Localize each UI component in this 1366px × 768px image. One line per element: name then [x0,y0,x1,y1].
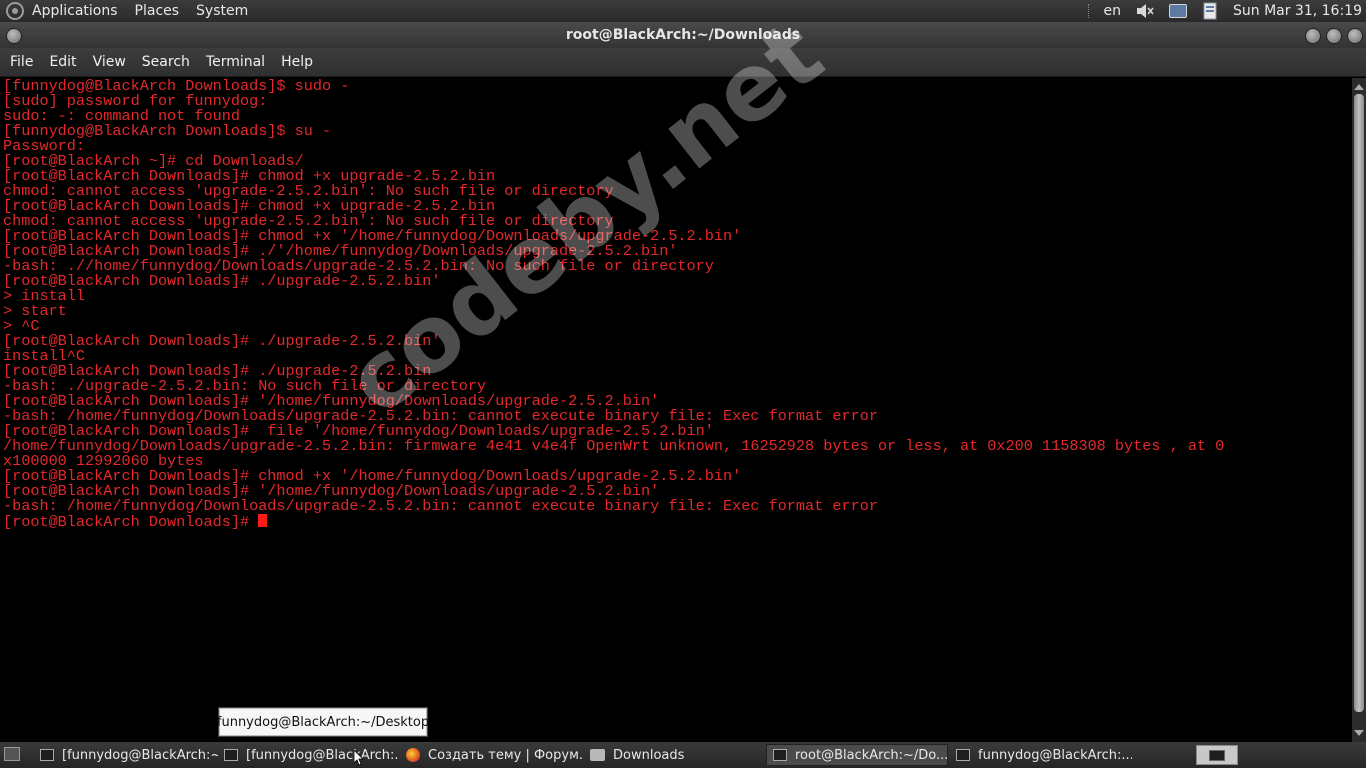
scroll-up-arrow-icon[interactable] [1354,84,1364,90]
firefox-icon [406,748,420,762]
clock[interactable]: Sun Mar 31, 16:19 [1233,3,1362,19]
window-titlebar[interactable]: root@BlackArch:~/Downloads [0,22,1366,48]
applications-menu[interactable]: Applications [32,3,118,19]
workspace-switcher[interactable] [1196,745,1238,765]
mouse-cursor-icon [354,750,364,766]
keyboard-layout-indicator[interactable]: en [1103,3,1121,19]
maximize-button[interactable] [1326,28,1342,44]
taskbar-item-label: funnydog@BlackArch:... [978,747,1132,763]
terminal-icon [773,749,787,761]
taskbar-item-downloads-folder[interactable]: Downloads [584,744,764,766]
taskbar-item-label: [funnydog@BlackArch:... [246,747,398,763]
menu-view[interactable]: View [93,54,126,70]
tray-separator [1088,4,1091,18]
close-button[interactable] [1347,28,1363,44]
taskbar-item-label: [funnydog@BlackArch:~] [62,747,218,763]
terminal-menubar: File Edit View Search Terminal Help [0,48,1366,77]
terminal-cursor [258,514,268,527]
scroll-down-arrow-icon[interactable] [1354,730,1364,736]
system-menu[interactable]: System [196,3,248,19]
show-desktop-icon[interactable] [4,747,20,761]
volume-muted-icon[interactable] [1135,3,1155,19]
network-icon[interactable] [1168,4,1187,18]
menu-terminal[interactable]: Terminal [206,54,265,70]
terminal-icon [956,749,970,761]
taskbar-item-funnydog-3[interactable]: funnydog@BlackArch:... [950,744,1132,766]
terminal-output-area[interactable]: [funnydog@BlackArch Downloads]$ sudo - [… [0,78,1352,742]
top-panel: Applications Places System en Sun Mar 31… [0,0,1366,22]
menu-file[interactable]: File [10,54,33,70]
menu-edit[interactable]: Edit [49,54,76,70]
menu-search[interactable]: Search [142,54,190,70]
scrollbar-thumb[interactable] [1354,94,1364,712]
taskbar-item-funnydog-home[interactable]: [funnydog@BlackArch:~] [34,744,218,766]
taskbar-item-label: Создать тему | Форум... [428,747,582,763]
terminal-icon [224,749,238,761]
window-title: root@BlackArch:~/Downloads [565,27,801,43]
printer-icon[interactable] [1201,2,1219,20]
taskbar-item-firefox[interactable]: Создать тему | Форум... [400,744,582,766]
taskbar-item-funnydog-2[interactable]: [funnydog@BlackArch:... [218,744,398,766]
system-tray: en Sun Mar 31, 16:19 [1088,0,1362,22]
places-menu[interactable]: Places [135,3,180,19]
terminal-text: [funnydog@BlackArch Downloads]$ sudo - [… [3,78,1224,531]
taskbar-item-label: Downloads [613,747,685,763]
workspace-window-thumbnail [1209,750,1225,761]
menu-help[interactable]: Help [281,54,313,70]
terminal-prompt: [root@BlackArch Downloads]# [3,513,259,531]
minimize-button[interactable] [1305,28,1321,44]
distro-logo-icon[interactable] [6,2,24,20]
taskbar-item-label: root@BlackArch:~/Do... [795,747,948,763]
folder-icon [590,749,605,761]
taskbar-item-root-terminal[interactable]: root@BlackArch:~/Do... [766,744,948,766]
terminal-icon [40,749,54,761]
taskbar-tooltip: funnydog@BlackArch:~/Desktop [217,707,429,737]
panel-menus: Applications Places System [32,3,265,19]
bottom-taskbar: [funnydog@BlackArch:~] [funnydog@BlackAr… [0,742,1366,768]
terminal-scrollbar[interactable] [1352,78,1366,742]
